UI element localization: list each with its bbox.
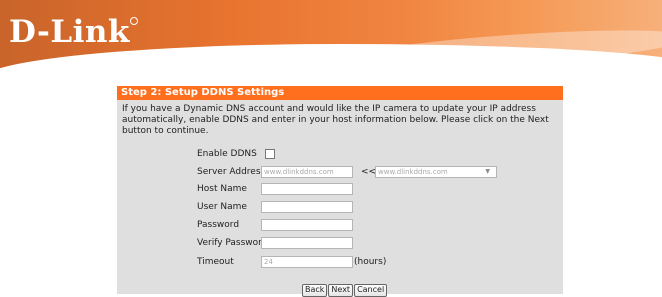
timeout-unit: (hours) — [354, 257, 387, 267]
cancel-button[interactable]: Cancel — [354, 284, 388, 297]
timeout-input[interactable]: 24 — [261, 256, 353, 268]
user-name-input[interactable] — [261, 201, 353, 213]
wizard-buttons: Back Next Cancel — [302, 277, 388, 297]
verify-password-input[interactable] — [261, 237, 353, 249]
user-name-label: User Name — [197, 202, 247, 212]
setup-ddns-panel: Step 2: Setup DDNS Settings If you have … — [117, 86, 563, 297]
server-select-separator: << — [361, 167, 377, 177]
password-label: Password — [197, 220, 240, 230]
back-button[interactable]: Back — [302, 284, 328, 297]
dlink-logo: D-Link — [9, 14, 138, 50]
panel-description: If you have a Dynamic DNS account and wo… — [122, 104, 549, 136]
enable-ddns-checkbox[interactable] — [265, 149, 275, 159]
server-address-label: Server Address — [197, 167, 266, 177]
password-input[interactable] — [261, 219, 353, 231]
logo-registered-mark — [130, 17, 138, 25]
verify-password-label: Verify Password — [197, 238, 268, 248]
next-button[interactable]: Next — [328, 284, 354, 297]
enable-ddns-label: Enable DDNS — [197, 149, 257, 159]
logo-text: D-Link — [9, 14, 130, 50]
host-name-input[interactable] — [261, 183, 353, 195]
server-address-select[interactable]: www.dlinkddns.com ▼ — [375, 166, 497, 178]
chevron-down-icon: ▼ — [485, 168, 490, 175]
server-address-input[interactable]: www.dlinkddns.com — [261, 166, 353, 178]
server-select-value: www.dlinkddns.com — [378, 168, 448, 176]
timeout-label: Timeout — [197, 257, 234, 267]
host-name-label: Host Name — [197, 184, 247, 194]
header-banner: D-Link — [0, 0, 662, 75]
panel-title: Step 2: Setup DDNS Settings — [117, 86, 563, 100]
